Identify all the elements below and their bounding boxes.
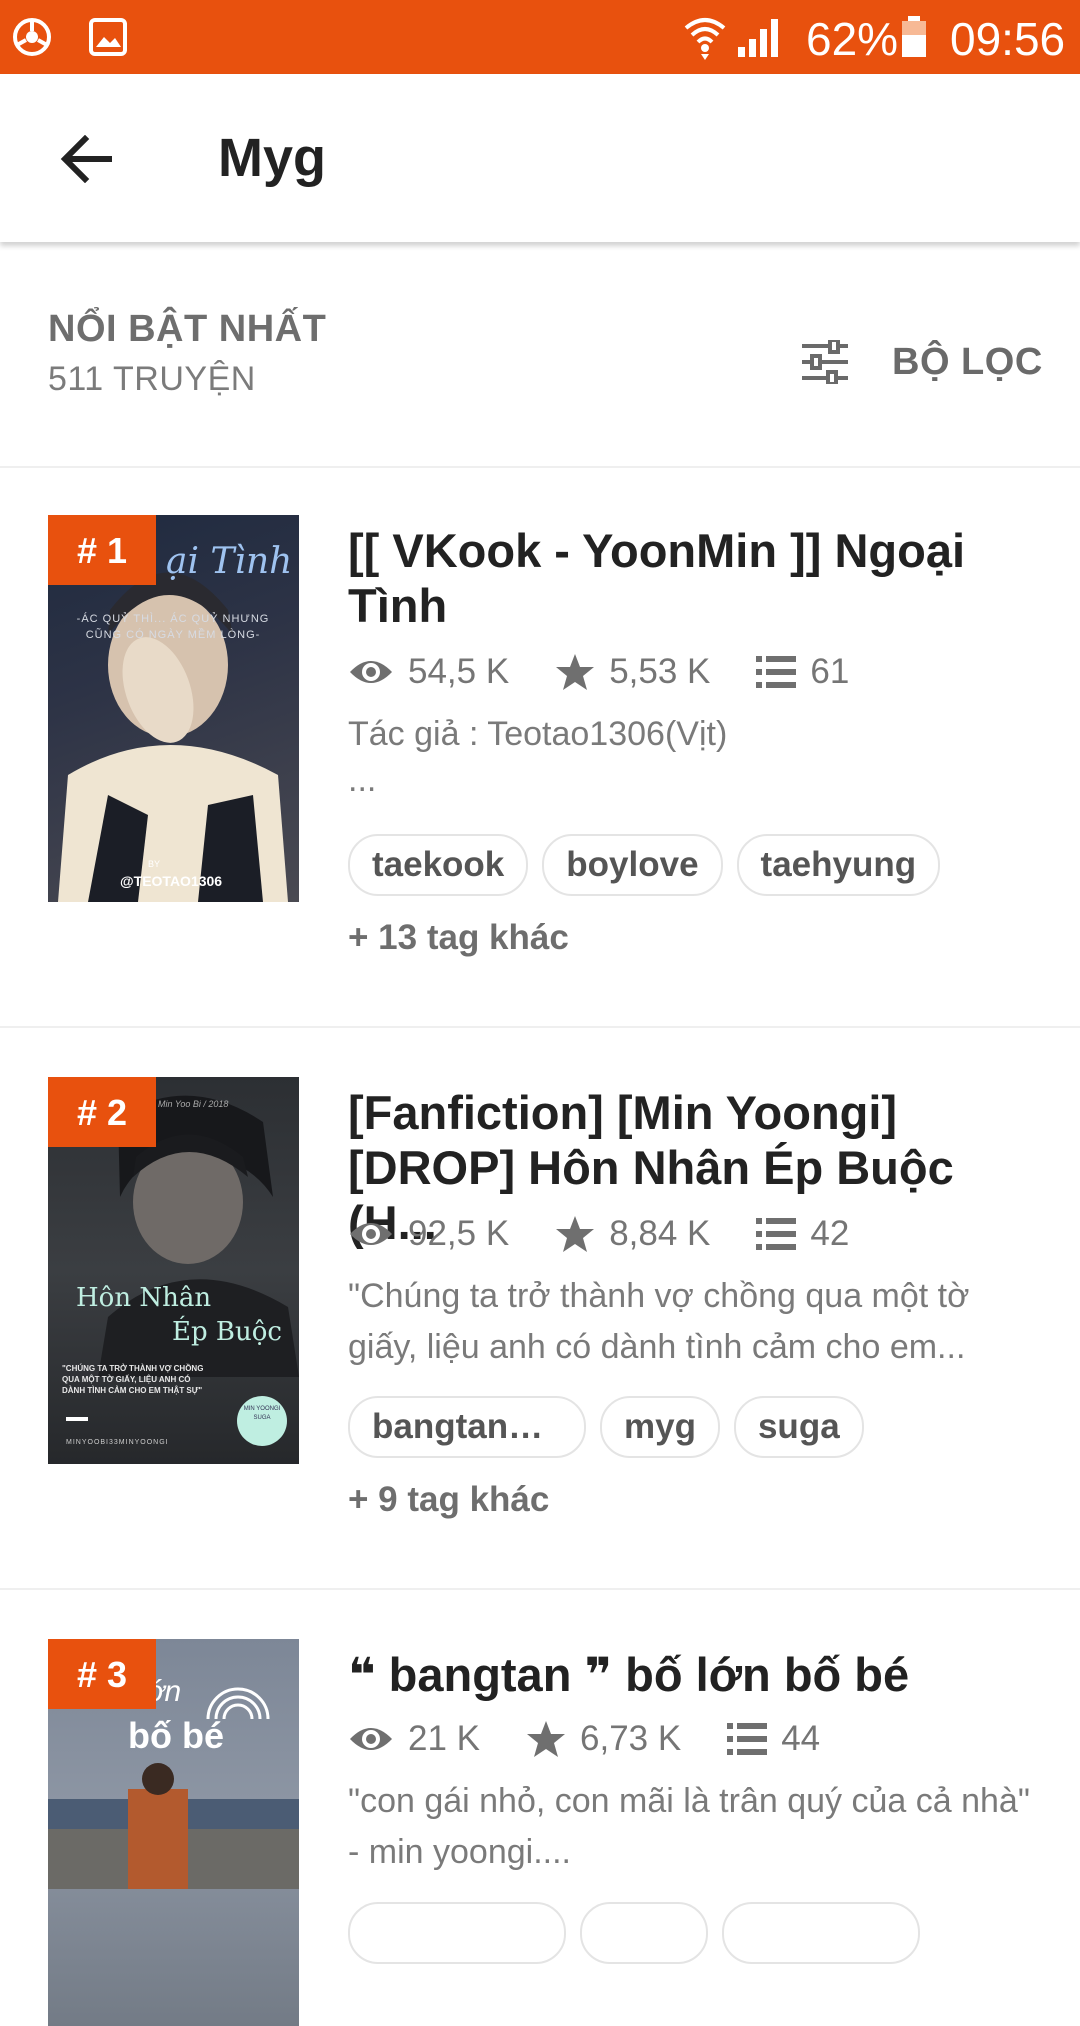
star-icon — [556, 654, 595, 690]
star-icon — [556, 1216, 595, 1252]
story-item[interactable]: ại Tình -ÁC QUỶ THÌ... ÁC QUỶ NHƯNG CŨNG… — [0, 466, 1080, 1028]
parts-stat: 61 — [756, 652, 849, 692]
votes-stat: 8,84 K — [555, 1214, 710, 1254]
story-stats: 21 K 6,73 K 44 — [348, 1714, 866, 1764]
views-count: 21 K — [408, 1719, 480, 1758]
eye-icon — [350, 661, 392, 683]
story-cover[interactable]: Min Yoo Bi / 2018 Hôn Nhân Ép Buộc "CHÚN… — [48, 1077, 299, 1464]
sort-label[interactable]: NỔI BẬT NHẤT — [48, 308, 326, 351]
story-title[interactable]: ❝ bangtan ❞ bố lớn bố bé — [348, 1647, 1038, 1702]
parts-count: 42 — [810, 1214, 850, 1253]
cover-badge: MIN YOONGI SUGA — [243, 1406, 281, 1421]
list-icon — [727, 1723, 768, 1755]
tag-chip[interactable] — [348, 1902, 566, 1964]
story-description: "con gái nhỏ, con mãi là trân quý của cả… — [348, 1782, 1030, 1871]
signal-icon — [736, 0, 780, 74]
cover-title-line2: Ép Buộc — [172, 1317, 282, 1347]
tag-chip[interactable]: taehyung — [736, 834, 941, 896]
clock: 09:56 — [950, 13, 1066, 65]
cover-header: Min Yoo Bi / 2018 — [158, 1099, 229, 1109]
list-icon — [756, 656, 797, 688]
story-cover[interactable]: ại Tình -ÁC QUỶ THÌ... ÁC QUỶ NHƯNG CŨNG… — [48, 515, 299, 902]
votes-count: 5,53 K — [609, 652, 711, 691]
app-bar: Myg — [0, 74, 1080, 242]
back-button[interactable] — [46, 124, 126, 194]
tag-chip[interactable]: boylove — [542, 834, 723, 896]
views-count: 54,5 K — [408, 652, 510, 691]
description-line: ... — [348, 761, 377, 799]
more-tags-link[interactable]: + 13 tag khác — [348, 918, 569, 958]
list-icon — [756, 1218, 797, 1250]
votes-count: 6,73 K — [580, 1719, 682, 1758]
tag-list: taekook boylove taehyung — [348, 834, 954, 896]
battery-percent: 62% — [806, 13, 899, 65]
cover-by: BY — [148, 859, 161, 869]
votes-stat: 6,73 K — [526, 1719, 681, 1759]
votes-count: 8,84 K — [609, 1214, 711, 1253]
cover-tagline: -ÁC QUỶ THÌ... ÁC QUỶ NHƯNG CŨNG CÓ NGÀY… — [76, 613, 270, 641]
parts-stat: 44 — [727, 1719, 820, 1759]
star-icon — [527, 1721, 565, 1757]
eye-icon — [350, 1223, 392, 1245]
views-stat: 54,5 K — [348, 652, 509, 692]
eye-icon — [350, 1728, 392, 1750]
cover-title-text: ại Tình — [166, 541, 293, 582]
tag-chip[interactable] — [722, 1902, 920, 1964]
parts-stat: 42 — [756, 1214, 849, 1254]
rank-badge: # 2 — [48, 1077, 156, 1147]
story-stats: 54,5 K 5,53 K 61 — [348, 647, 895, 697]
battery-icon — [900, 0, 928, 74]
status-bar: 62% 09:56 — [0, 0, 1080, 74]
filter-sliders-icon — [802, 340, 848, 384]
rank-badge: # 3 — [48, 1639, 156, 1709]
tag-chip[interactable]: suga — [733, 1396, 864, 1458]
wifi-icon — [682, 0, 728, 74]
tag-chip[interactable]: myg — [600, 1396, 720, 1458]
story-cover[interactable]: bố lớn bố bé # 3 — [48, 1639, 299, 2026]
story-description: Tác giả : Teotao1306(Vịt) ... — [348, 709, 1038, 800]
app-notification-icon — [10, 0, 54, 74]
cover-title-line1: Hôn Nhân — [76, 1283, 212, 1313]
views-stat: 92,5 K — [348, 1214, 509, 1254]
more-tags-link[interactable]: + 9 tag khác — [348, 1480, 549, 1520]
story-title[interactable]: [[ VKook - YoonMin ]] Ngoại Tình — [348, 523, 1038, 633]
story-count: 511 TRUYỆN — [48, 360, 256, 398]
votes-stat: 5,53 K — [555, 652, 710, 692]
parts-count: 44 — [781, 1719, 821, 1758]
tag-chip[interactable] — [580, 1902, 708, 1964]
page-title: Myg — [218, 128, 326, 188]
description-line: Tác giả : Teotao1306(Vịt) — [348, 715, 728, 753]
filter-button[interactable]: BỘ LỌC — [800, 322, 1043, 402]
parts-count: 61 — [810, 652, 850, 691]
cover-divider — [66, 1417, 88, 1421]
cover-quote: "CHÚNG TA TRỞ THÀNH VỢ CHỒNG QUA MỘT TỜ … — [62, 1364, 204, 1395]
story-item[interactable]: Min Yoo Bi / 2018 Hôn Nhân Ép Buộc "CHÚN… — [0, 1028, 1080, 1590]
tag-list — [348, 1902, 934, 1964]
rank-badge: # 1 — [48, 515, 156, 585]
tag-chip[interactable]: taekook — [348, 834, 529, 896]
cover-author: @TEOTAO1306 — [120, 873, 223, 889]
tag-list: bangtanso... myg suga — [348, 1396, 878, 1458]
story-description: "Chúng ta trở thành vợ chồng qua một tờ … — [348, 1277, 970, 1366]
cover-title-line2: bố bé — [128, 1715, 224, 1756]
story-item[interactable]: bố lớn bố bé # 3 ❝ bangtan ❞ bố lớn bố b… — [0, 1590, 1080, 2026]
filter-label: BỘ LỌC — [892, 340, 1043, 383]
back-arrow-icon — [60, 135, 112, 183]
tag-chip[interactable]: bangtanso... — [348, 1396, 586, 1458]
views-count: 92,5 K — [408, 1214, 510, 1253]
views-stat: 21 K — [348, 1719, 480, 1759]
story-stats: 92,5 K 8,84 K 42 — [348, 1209, 895, 1259]
gallery-notification-icon — [88, 0, 128, 74]
cover-footer: MINYOOBI33MINYOONGI — [66, 1439, 169, 1446]
sort-bar: NỔI BẬT NHẤT 511 TRUYỆN BỘ LỌC — [0, 242, 1080, 468]
